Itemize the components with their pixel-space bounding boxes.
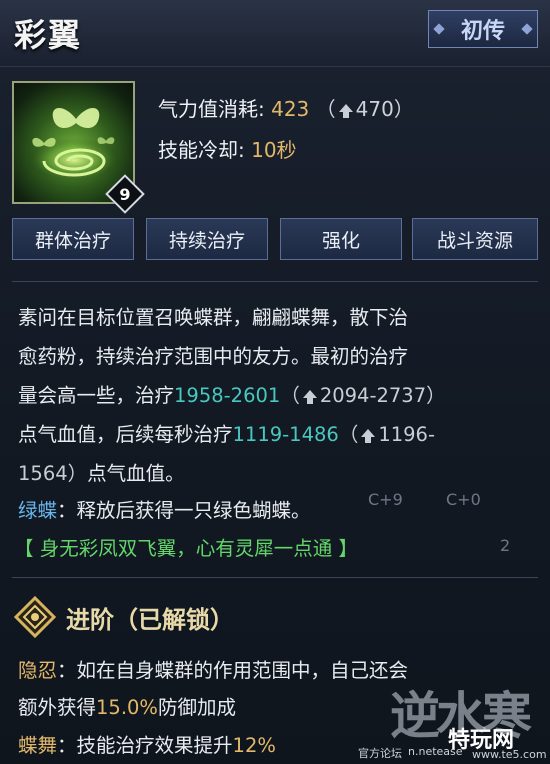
periodic-heal-upgrade-end: 1564 bbox=[18, 462, 68, 485]
green-butterfly-line: 绿蝶：释放后获得一只绿色蝴蝶。 bbox=[18, 499, 311, 522]
cost-row: 气力值消耗: 423 （470） bbox=[158, 97, 414, 121]
description-line: 1564）点气血值。 bbox=[18, 462, 185, 485]
periodic-heal-range: 1119-1486 bbox=[232, 423, 339, 446]
flavor-quote: 【 身无彩凤双飞翼，心有灵犀一点通 】 bbox=[14, 537, 358, 560]
background-item-c0: C+0 bbox=[446, 490, 481, 509]
cooldown-value: 10秒 bbox=[251, 138, 297, 162]
description-line: 量会高一些，治疗1958-2601（ 2094-2737） bbox=[18, 384, 446, 407]
diamond-ornament-icon bbox=[433, 23, 445, 35]
site-url-watermark: www.te5.com bbox=[472, 748, 547, 761]
skill-level: 9 bbox=[119, 184, 131, 204]
advance-item: 隐忍：如在自身蝶群的作用范围中，自己还会 bbox=[18, 659, 409, 682]
divider bbox=[12, 577, 538, 578]
rank-badge: 初传 bbox=[428, 10, 538, 48]
upgrade-arrow-icon bbox=[338, 103, 353, 118]
green-butterfly-label: 绿蝶 bbox=[18, 499, 58, 522]
advance-item: 额外获得15.0%防御加成 bbox=[18, 696, 236, 719]
periodic-heal-upgrade-start: 1196- bbox=[378, 423, 435, 446]
defense-bonus-value: 15.0% bbox=[96, 696, 158, 719]
background-item-c9: C+9 bbox=[368, 490, 403, 509]
initial-heal-range: 1958-2601 bbox=[174, 384, 281, 407]
cost-value: 423 bbox=[271, 97, 310, 121]
skill-tags: 群体治疗 持续治疗 强化 战斗资源 bbox=[12, 218, 538, 260]
description-line: 愈药粉，持续治疗范围中的友方。最初的治疗 bbox=[18, 345, 409, 368]
advance-item: 蝶舞：技能治疗效果提升12% bbox=[18, 734, 276, 757]
skill-tooltip-panel: 彩翼 初传 9 气力值消耗: 423 （470） 技能冷却: 10秒 群体治疗 … bbox=[0, 0, 550, 764]
tag-enhance: 强化 bbox=[280, 218, 402, 260]
tag-combat-resource: 战斗资源 bbox=[412, 218, 538, 260]
rank-label: 初传 bbox=[460, 18, 505, 44]
cooldown-row: 技能冷却: 10秒 bbox=[158, 134, 297, 163]
heal-bonus-value: 12% bbox=[232, 734, 276, 757]
tag-group-heal: 群体治疗 bbox=[12, 218, 134, 260]
forum-watermark: 官方论坛 bbox=[358, 747, 402, 760]
divider bbox=[12, 281, 538, 282]
upgrade-arrow-icon bbox=[302, 389, 317, 404]
background-item-count: 2 bbox=[500, 536, 511, 555]
cooldown-label: 技能冷却: bbox=[158, 138, 245, 162]
advance-title: 进阶（已解锁） bbox=[66, 605, 234, 634]
description-line: 素问在目标位置召唤蝶群，翩翩蝶舞，散下治 bbox=[18, 306, 409, 329]
tag-sustained-heal: 持续治疗 bbox=[146, 218, 268, 260]
diamond-ornament-icon bbox=[521, 23, 533, 35]
description-line: 点气血值，后续每秒治疗1119-1486（ 1196- bbox=[18, 423, 435, 446]
title-bar: 彩翼 初传 bbox=[0, 0, 550, 67]
initial-heal-upgrade: 2094-2737 bbox=[319, 384, 427, 407]
advance-unlocked-icon bbox=[14, 596, 56, 638]
cost-upgrade-value: 470 bbox=[355, 97, 394, 121]
upgrade-arrow-icon bbox=[361, 428, 376, 443]
advance-item-label: 隐忍 bbox=[18, 659, 58, 682]
cost-label: 气力值消耗: bbox=[158, 97, 265, 121]
skill-name: 彩翼 bbox=[14, 16, 83, 54]
advance-item-label: 蝶舞 bbox=[18, 734, 58, 757]
